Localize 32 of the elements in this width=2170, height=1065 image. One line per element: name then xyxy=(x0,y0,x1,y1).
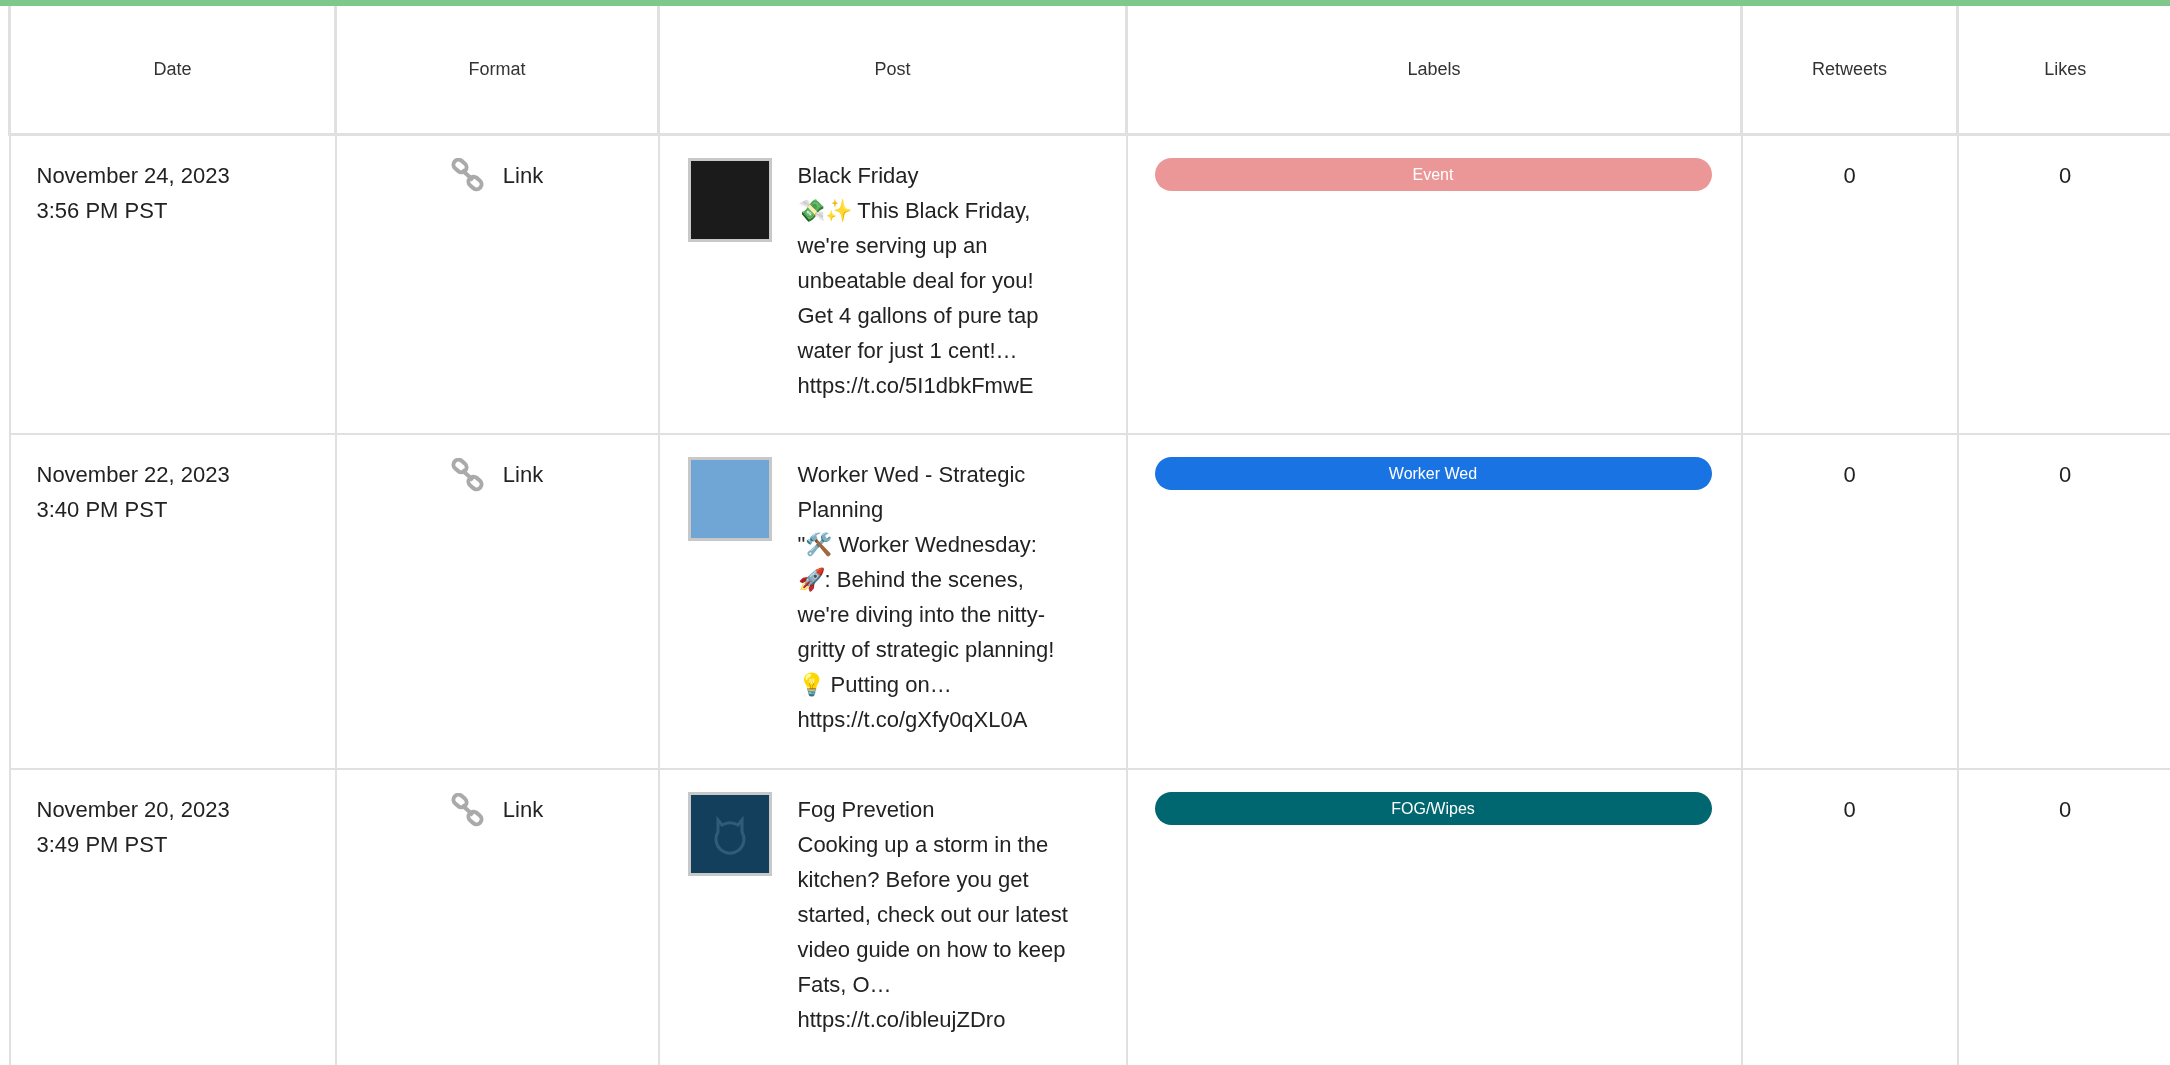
post-title: Worker Wed - Strategic Planning xyxy=(797,461,1027,524)
date-text: November 22, 2023 xyxy=(36,461,231,489)
label-tag: Worker Wed xyxy=(1154,457,1712,490)
link-icon xyxy=(450,792,485,827)
column-header: Post xyxy=(658,6,1127,134)
time-text: 3:40 PM PST xyxy=(36,496,169,524)
column-header: Date xyxy=(9,6,336,134)
link-icon xyxy=(450,158,485,192)
post-title: Fog Prevetion xyxy=(797,796,936,824)
post-title: Black Friday xyxy=(797,161,920,190)
format-text: Link xyxy=(502,161,544,190)
time-text: 3:49 PM PST xyxy=(36,831,169,859)
column-header: Likes xyxy=(1957,6,2170,134)
format-text: Link xyxy=(502,461,544,489)
column-header: Format xyxy=(335,6,659,134)
post-text: 💸✨ This Black Friday, we're serving up an unbeatable deal for you! Get 4 gallons of pure tap water for just 1 cent!… xyxy=(797,196,1040,365)
likes-count: 0 xyxy=(2058,462,2072,487)
format-text: Link xyxy=(502,796,544,824)
label-tag: Event xyxy=(1154,157,1712,191)
column-header: Retweets xyxy=(1741,6,1958,134)
column-header: Labels xyxy=(1126,6,1742,134)
retweets-count: 0 xyxy=(1741,434,1958,769)
retweets-count: 0 xyxy=(1741,134,1958,434)
post-text: Cooking up a storm in the kitchen? Before you get started, check out our latest video guide on how to keep Fats, O… xyxy=(797,831,1069,999)
likes-count: 0 xyxy=(2058,162,2072,188)
date-text: November 24, 2023 xyxy=(36,161,231,190)
post-text: "🛠 Worker Wednesday: 🚀: Behind the scenes, we're diving into the nitty-gritty of strategic planning! 💡 Putting on… xyxy=(797,531,1056,699)
link-icon xyxy=(450,457,485,492)
date-text: November 20, 2023 xyxy=(36,796,231,824)
label-tag: FOG/Wipes xyxy=(1154,792,1712,825)
time-text: 3:56 PM PST xyxy=(36,196,169,225)
likes-count: 0 xyxy=(2058,797,2072,822)
